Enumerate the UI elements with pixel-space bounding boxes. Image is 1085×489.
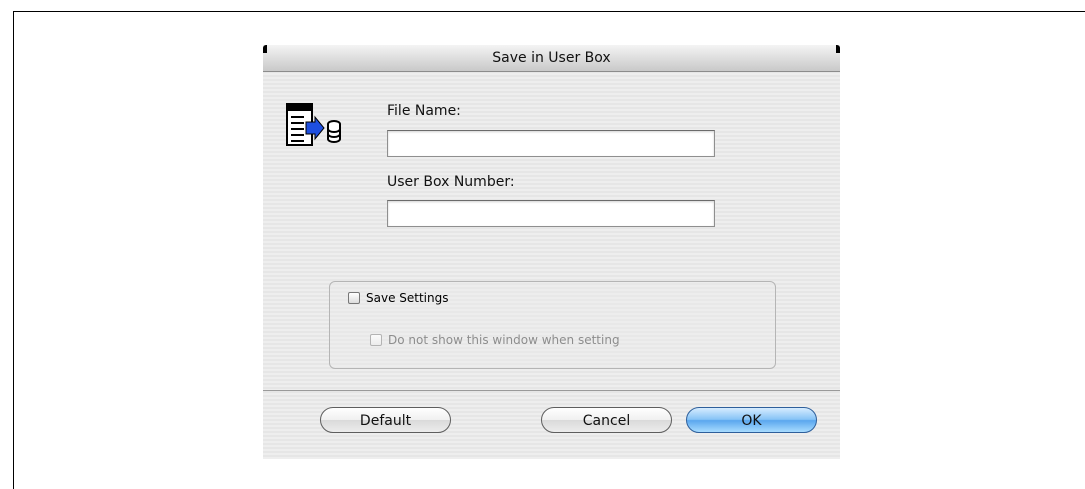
save-in-user-box-dialog: Save in User Box File Name: User Box Num… xyxy=(263,45,840,459)
ok-button[interactable]: OK xyxy=(686,407,817,433)
dialog-title: Save in User Box xyxy=(492,50,611,66)
do-not-show-checkbox xyxy=(370,334,382,346)
save-settings-label: Save Settings xyxy=(366,291,449,305)
dialog-separator xyxy=(263,390,840,391)
default-button[interactable]: Default xyxy=(320,407,451,433)
save-to-box-icon xyxy=(286,103,341,146)
save-settings-checkbox[interactable] xyxy=(348,292,360,304)
page: Save in User Box File Name: User Box Num… xyxy=(0,0,1085,489)
cancel-button[interactable]: Cancel xyxy=(541,407,672,433)
user-box-number-label: User Box Number: xyxy=(387,174,515,190)
dialog-titlebar: Save in User Box xyxy=(263,45,840,72)
do-not-show-checkbox-row: Do not show this window when setting xyxy=(370,333,620,347)
file-name-input[interactable] xyxy=(387,130,715,157)
do-not-show-label: Do not show this window when setting xyxy=(388,333,620,347)
file-name-label: File Name: xyxy=(387,103,461,119)
save-settings-checkbox-row[interactable]: Save Settings xyxy=(348,291,449,305)
user-box-number-input[interactable] xyxy=(387,200,715,227)
